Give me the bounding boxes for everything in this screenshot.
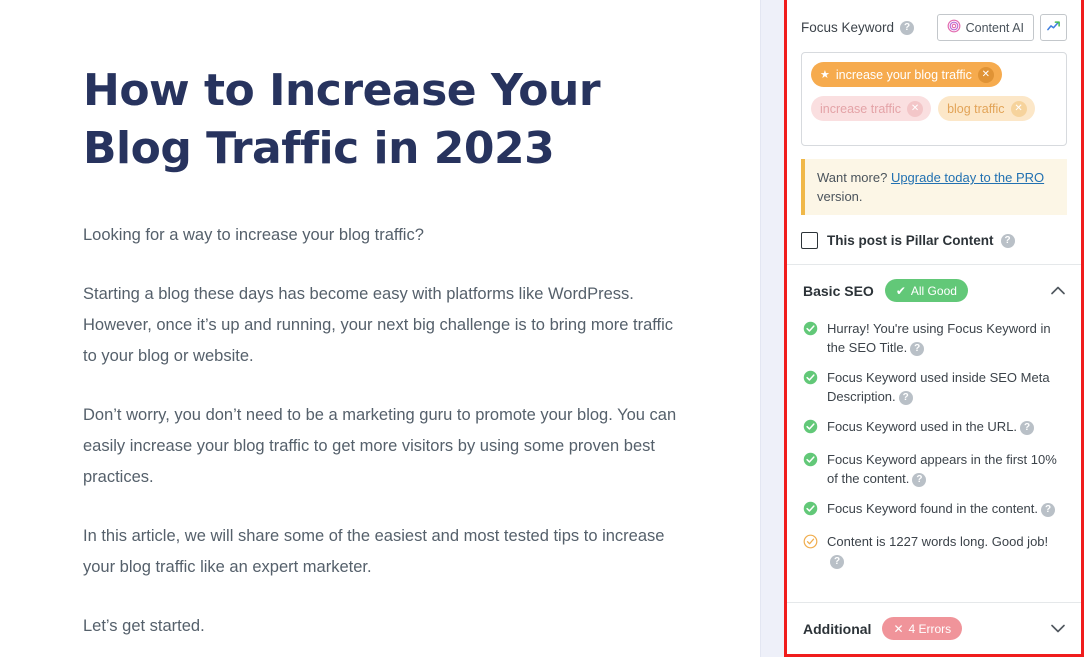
- screen-root: How to Increase Your Blog Traffic in 202…: [0, 0, 1084, 657]
- help-icon[interactable]: ?: [1020, 420, 1035, 435]
- help-icon[interactable]: ?: [1000, 233, 1015, 248]
- focus-keyword-actions: Content AI: [936, 14, 1067, 41]
- remove-keyword-icon[interactable]: ✕: [907, 100, 924, 117]
- content-ai-button[interactable]: Content AI: [936, 14, 1034, 41]
- chevron-down-icon[interactable]: [1051, 622, 1065, 635]
- remove-keyword-icon[interactable]: ✕: [977, 66, 994, 83]
- upgrade-notice-suffix: version.: [817, 189, 863, 204]
- keyword-tag-label: increase traffic: [820, 101, 902, 116]
- seo-check-item: Focus Keyword found in the content.?: [803, 499, 1065, 521]
- basic-seo-status-badge: ✔ All Good: [884, 279, 968, 302]
- seo-check-item: Focus Keyword appears in the first 10% o…: [803, 450, 1065, 488]
- keyword-tag-secondary[interactable]: blog traffic ✕: [938, 96, 1035, 121]
- seo-check-label: Focus Keyword used in the URL.: [827, 419, 1018, 434]
- post-editor[interactable]: How to Increase Your Blog Traffic in 202…: [0, 0, 760, 657]
- additional-status-badge: ✕ 4 Errors: [882, 617, 963, 640]
- seo-check-text: Hurray! You're using Focus Keyword in th…: [827, 319, 1065, 357]
- check-circle-good-icon: [803, 501, 818, 521]
- focus-keyword-section: Focus Keyword ? Content AI ★ increase yo…: [787, 0, 1081, 264]
- help-icon[interactable]: ?: [898, 390, 913, 405]
- keyword-tag-secondary[interactable]: increase traffic ✕: [811, 96, 932, 121]
- basic-seo-header[interactable]: Basic SEO ✔ All Good: [787, 265, 1081, 316]
- seo-check-label: Focus Keyword appears in the first 10% o…: [827, 452, 1057, 486]
- post-paragraph[interactable]: Let’s get started.: [83, 611, 683, 642]
- chevron-up-icon[interactable]: [1051, 284, 1065, 297]
- keyword-tag-label: blog traffic: [947, 101, 1005, 116]
- star-icon: ★: [820, 69, 830, 81]
- additional-header[interactable]: Additional ✕ 4 Errors: [787, 603, 1081, 654]
- focus-keyword-label: Focus Keyword: [801, 20, 895, 35]
- trend-chart-button[interactable]: [1040, 14, 1067, 41]
- additional-section: Additional ✕ 4 Errors: [787, 602, 1081, 654]
- post-title[interactable]: How to Increase Your Blog Traffic in 202…: [83, 62, 690, 178]
- seo-check-text: Focus Keyword used in the URL.?: [827, 417, 1035, 439]
- pillar-content-row[interactable]: This post is Pillar Content ?: [801, 232, 1067, 249]
- content-ai-spiral-icon: [947, 19, 961, 36]
- pillar-content-checkbox[interactable]: [801, 232, 818, 249]
- pillar-content-label-group: This post is Pillar Content ?: [827, 233, 1015, 248]
- help-icon[interactable]: ?: [910, 341, 925, 356]
- help-icon[interactable]: ?: [830, 554, 844, 569]
- post-paragraph[interactable]: In this article, we will share some of t…: [83, 521, 683, 583]
- seo-check-label: Focus Keyword used inside SEO Meta Descr…: [827, 370, 1050, 404]
- check-circle-good-icon: [803, 321, 818, 357]
- post-paragraph[interactable]: Starting a blog these days has become ea…: [83, 279, 683, 372]
- keyword-row-secondary: increase traffic ✕ blog traffic ✕: [811, 96, 1057, 121]
- rank-math-seo-panel: Focus Keyword ? Content AI ★ increase yo…: [784, 0, 1084, 657]
- basic-seo-checklist: Hurray! You're using Focus Keyword in th…: [787, 316, 1081, 591]
- seo-check-item: Focus Keyword used inside SEO Meta Descr…: [803, 368, 1065, 406]
- keyword-tag-primary[interactable]: ★ increase your blog traffic ✕: [811, 62, 1002, 87]
- help-icon[interactable]: ?: [912, 472, 927, 487]
- keyword-row-primary: ★ increase your blog traffic ✕: [811, 62, 1057, 87]
- seo-check-text: Focus Keyword used inside SEO Meta Descr…: [827, 368, 1065, 406]
- check-circle-warn-icon: [803, 534, 818, 570]
- seo-check-label: Hurray! You're using Focus Keyword in th…: [827, 321, 1051, 355]
- focus-keyword-header: Focus Keyword ? Content AI: [801, 14, 1067, 41]
- basic-seo-title: Basic SEO: [803, 282, 874, 299]
- pillar-content-label: This post is Pillar Content: [827, 233, 994, 248]
- content-ai-button-label: Content AI: [965, 20, 1024, 35]
- seo-check-text: Focus Keyword found in the content.?: [827, 499, 1056, 521]
- keyword-input-box[interactable]: ★ increase your blog traffic ✕ increase …: [801, 52, 1067, 146]
- additional-badge-label: 4 Errors: [908, 621, 952, 636]
- post-paragraph[interactable]: Don’t worry, you don’t need to be a mark…: [83, 400, 683, 493]
- check-circle-good-icon: [803, 452, 818, 488]
- basic-seo-badge-label: All Good: [910, 283, 957, 298]
- help-icon[interactable]: ?: [900, 20, 915, 35]
- remove-keyword-icon[interactable]: ✕: [1010, 100, 1027, 117]
- upgrade-link[interactable]: Upgrade today to the PRO: [891, 170, 1044, 185]
- editor-gutter: [760, 0, 784, 657]
- seo-check-item: Focus Keyword used in the URL.?: [803, 417, 1065, 439]
- upgrade-notice: Want more? Upgrade today to the PRO vers…: [801, 159, 1067, 215]
- seo-check-text: Content is 1227 words long. Good job!?: [827, 532, 1065, 570]
- check-circle-good-icon: [803, 370, 818, 406]
- post-paragraph[interactable]: Looking for a way to increase your blog …: [83, 220, 683, 251]
- seo-check-label: Content is 1227 words long. Good job!: [827, 534, 1049, 549]
- close-icon: ✕: [893, 621, 904, 636]
- help-icon[interactable]: ?: [1041, 502, 1056, 517]
- seo-check-label: Focus Keyword found in the content.: [827, 501, 1039, 516]
- keyword-tag-label: increase your blog traffic: [835, 67, 972, 82]
- seo-check-item: Content is 1227 words long. Good job!?: [803, 532, 1065, 570]
- seo-check-text: Focus Keyword appears in the first 10% o…: [827, 450, 1065, 488]
- check-icon: ✔: [895, 283, 906, 298]
- additional-title: Additional: [803, 620, 872, 637]
- trend-chart-icon: [1046, 19, 1061, 37]
- check-circle-good-icon: [803, 419, 818, 439]
- upgrade-notice-prefix: Want more?: [817, 170, 891, 185]
- focus-keyword-label-group: Focus Keyword ?: [801, 20, 915, 35]
- seo-check-item: Hurray! You're using Focus Keyword in th…: [803, 319, 1065, 357]
